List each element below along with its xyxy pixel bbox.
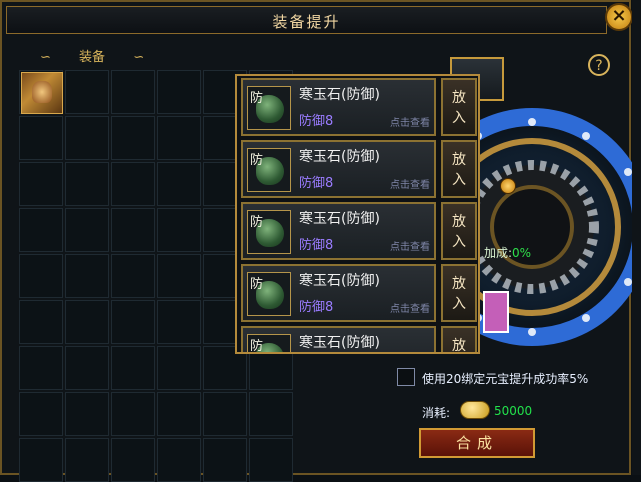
gem-icon: 防 (247, 334, 291, 354)
inventory-slot[interactable] (65, 346, 109, 390)
material-stat: 防御8 (299, 114, 334, 129)
inventory-slot[interactable] (111, 254, 155, 298)
ornament-left-icon: ∽ (40, 50, 51, 65)
inventory-slot[interactable] (19, 162, 63, 206)
inventory-slot[interactable] (19, 438, 63, 482)
inventory-slot[interactable] (19, 208, 63, 252)
inventory-slot[interactable] (111, 208, 155, 252)
inventory-slot[interactable] (65, 438, 109, 482)
inventory-slot[interactable] (157, 392, 201, 436)
inventory-slot[interactable] (19, 346, 63, 390)
inventory-slot[interactable] (111, 300, 155, 344)
use-yuanbao-label: 使用20绑定元宝提升成功率5% (422, 372, 589, 386)
help-icon[interactable]: ? (588, 54, 610, 76)
gem-icon: 防 (247, 148, 291, 192)
inventory-slot[interactable] (157, 70, 201, 114)
success-rate-label: 加成: (484, 246, 513, 260)
inventory-slot[interactable] (157, 438, 201, 482)
inventory-slot[interactable] (65, 208, 109, 252)
inventory-slot[interactable] (65, 254, 109, 298)
material-card[interactable]: 防 寒玉石(防御) 防御8 点击查看 (241, 78, 436, 136)
put-in-button[interactable]: 放入 (441, 264, 477, 322)
material-name: 寒玉石(防御) (299, 87, 380, 103)
window-title: 装备提升 (272, 13, 341, 31)
inventory-slot[interactable] (19, 254, 63, 298)
view-details-link[interactable]: 点击查看 (390, 300, 430, 315)
inventory-slot[interactable] (111, 438, 155, 482)
inventory-equipment-item[interactable] (21, 72, 63, 114)
gem-icon: 防 (247, 86, 291, 130)
put-in-button[interactable]: 放 (441, 326, 477, 352)
material-stat: 防御8 (299, 238, 334, 253)
material-list-item: 防 寒玉石(防御) 防御8 点击查看放入 (241, 78, 477, 136)
view-details-link[interactable]: 点击查看 (390, 176, 430, 191)
inventory-slot[interactable] (157, 300, 201, 344)
material-card[interactable]: 防 寒玉石(防御) (241, 326, 436, 354)
material-card[interactable]: 防 寒玉石(防御) 防御8 点击查看 (241, 140, 436, 198)
defense-tag: 防 (250, 277, 264, 292)
inventory-slot[interactable] (249, 438, 293, 482)
close-icon[interactable]: × (605, 3, 633, 31)
consume-label: 消耗: (422, 406, 451, 420)
defense-tag: 防 (250, 153, 264, 168)
ornament-right-icon: ∽ (133, 50, 145, 65)
inventory-slot[interactable] (111, 70, 155, 114)
inventory-slot[interactable] (19, 392, 63, 436)
success-rate-value: 0% (512, 246, 532, 260)
inventory-slot[interactable] (65, 162, 109, 206)
put-in-button[interactable]: 放入 (441, 78, 477, 136)
inventory-slot[interactable] (157, 162, 201, 206)
equipment-upgrade-window: 装备提升 ∽ 装备 ∽ ? 加成:0% 使用20绑定元宝提升成功率5% 消耗: … (0, 0, 641, 482)
success-rate: 加成:0% (484, 244, 531, 261)
put-in-button[interactable]: 放入 (441, 202, 477, 260)
use-yuanbao-checkbox[interactable] (397, 368, 415, 386)
material-card[interactable]: 防 寒玉石(防御) 防御8 点击查看 (241, 202, 436, 260)
inventory-slot[interactable] (111, 162, 155, 206)
gem-icon: 防 (247, 272, 291, 316)
inventory-slot[interactable] (65, 70, 109, 114)
defense-tag: 防 (250, 339, 264, 354)
inventory-slot[interactable] (19, 300, 63, 344)
material-stat: 防御8 (299, 176, 334, 191)
inventory-slot[interactable] (65, 392, 109, 436)
inventory-section-header: ∽ 装备 ∽ (40, 46, 144, 65)
view-details-link[interactable]: 点击查看 (390, 238, 430, 253)
material-stat: 防御8 (299, 300, 334, 315)
view-details-link[interactable]: 点击查看 (390, 114, 430, 129)
defense-tag: 防 (250, 91, 264, 106)
slot-lock-icon[interactable] (500, 178, 516, 194)
inventory-slot[interactable] (111, 346, 155, 390)
inventory-slot[interactable] (19, 116, 63, 160)
inventory-slot[interactable] (249, 392, 293, 436)
inventory-slot[interactable] (157, 116, 201, 160)
material-name: 寒玉石(防御) (299, 273, 380, 289)
material-card[interactable]: 防 寒玉石(防御) 防御8 点击查看 (241, 264, 436, 322)
inventory-section-label: 装备 (79, 50, 106, 65)
inventory-slot[interactable] (65, 300, 109, 344)
inventory-slot[interactable] (157, 254, 201, 298)
put-in-button[interactable]: 放入 (441, 140, 477, 198)
material-name: 寒玉石(防御) (299, 211, 380, 227)
side-panel-edge (632, 0, 641, 475)
material-list-item: 防 寒玉石(防御) 防御8 点击查看放入 (241, 140, 477, 198)
inventory-slot[interactable] (203, 392, 247, 436)
inventory-slot[interactable] (203, 438, 247, 482)
consume-amount: 50000 (494, 404, 533, 418)
inventory-slot[interactable] (111, 392, 155, 436)
inventory-slot[interactable] (65, 116, 109, 160)
defense-tag: 防 (250, 215, 264, 230)
inventory-slot[interactable] (157, 208, 201, 252)
material-selection-popup: 防寒玉石(防御) 防御8 点击查看放入防寒玉石(防御) 防御8 点击查看放入防寒玉石(防… (235, 74, 480, 354)
material-list-item: 防 寒玉石(防御) 防御8 点击查看放入 (241, 202, 477, 260)
craft-button[interactable]: 合成 (419, 428, 535, 458)
material-list-item: 防 寒玉石(防御) 放 (241, 326, 477, 354)
material-name: 寒玉石(防御) (299, 335, 380, 351)
gem-icon: 防 (247, 210, 291, 254)
material-list-item: 防 寒玉石(防御) 防御8 点击查看放入 (241, 264, 477, 322)
title-bar: 装备提升 (6, 6, 607, 34)
coin-icon (460, 401, 490, 419)
material-name: 寒玉石(防御) (299, 149, 380, 165)
inventory-slot[interactable] (111, 116, 155, 160)
inventory-slot[interactable] (157, 346, 201, 390)
